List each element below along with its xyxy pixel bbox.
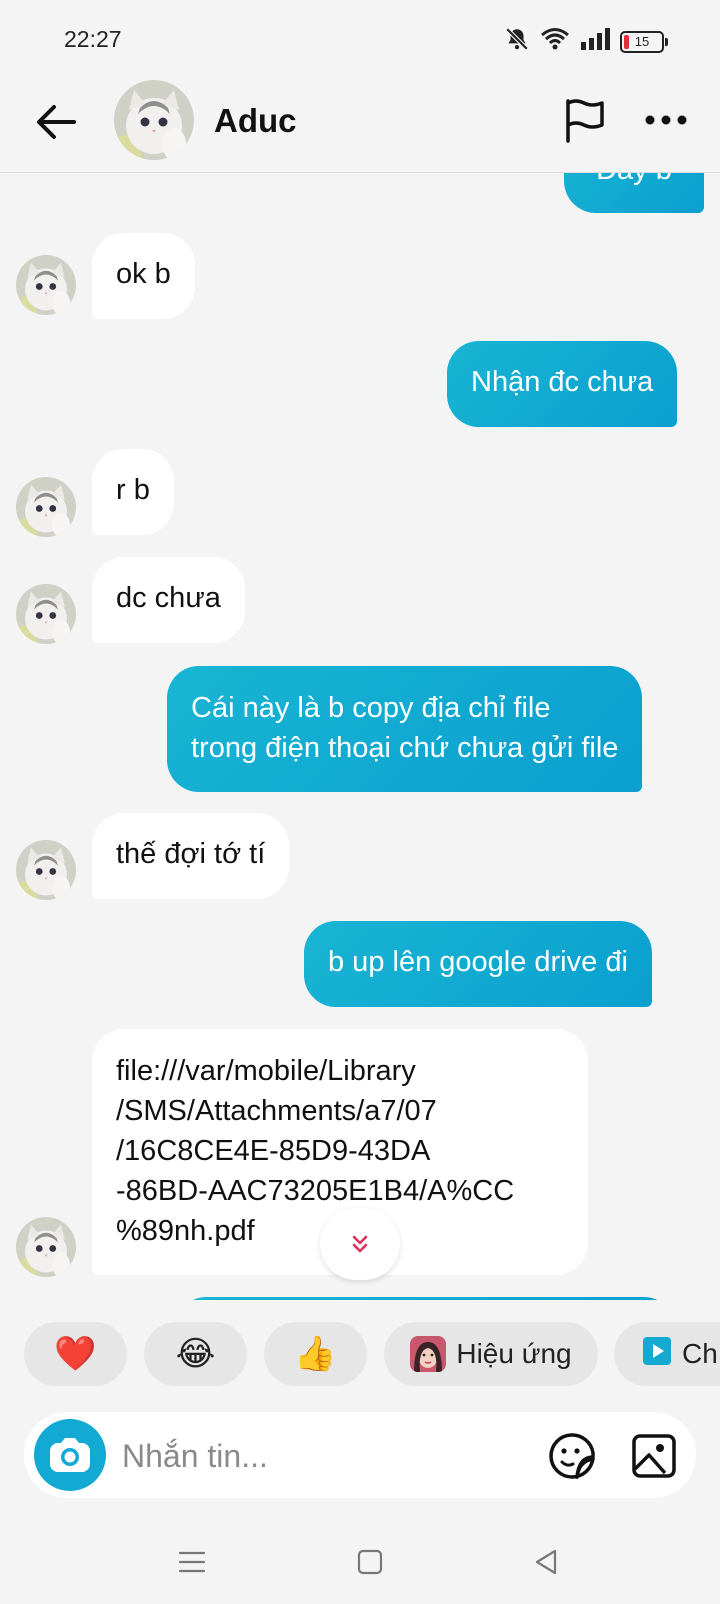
contact-avatar[interactable] [114, 80, 194, 160]
message-text: Đây b [596, 173, 672, 186]
sender-avatar[interactable] [16, 840, 76, 900]
message-text-line: /16C8CE4E-85D9-43DA [116, 1135, 431, 1167]
message-text: ok b [116, 258, 171, 290]
message-text: b up lên google drive đi [328, 946, 628, 978]
quick-reactions-bar[interactable]: ❤️ 😂 👍 Hiệu ứng Ch [0, 1322, 720, 1388]
system-navigation-bar [0, 1530, 720, 1604]
back-button[interactable] [30, 96, 82, 148]
message-incoming[interactable]: ok b [92, 233, 195, 319]
camera-icon [50, 1438, 90, 1472]
message-input[interactable] [120, 1430, 504, 1482]
status-time: 22:27 [64, 26, 122, 52]
more-options-button[interactable] [640, 94, 692, 146]
status-icons: 15 [504, 26, 668, 57]
message-text-line: /SMS/Attachments/a7/07 [116, 1095, 437, 1127]
double-chevron-down-icon [352, 1235, 368, 1253]
message-incoming[interactable]: thế đợi tớ tí [92, 813, 290, 899]
message-outgoing[interactable]: b up lên google drive đi [304, 921, 652, 1007]
sender-avatar[interactable] [16, 584, 76, 644]
message-text: thế đợi tớ tí [116, 838, 266, 870]
signal-icon [580, 28, 610, 55]
effects-button[interactable]: Hiệu ứng [384, 1322, 598, 1386]
message-incoming[interactable]: r b [92, 449, 174, 535]
menu-lines-icon [178, 1551, 206, 1573]
reaction-heart-button[interactable]: ❤️ [24, 1322, 127, 1386]
square-icon [357, 1549, 383, 1575]
scroll-to-bottom-button[interactable] [320, 1208, 400, 1280]
sender-avatar[interactable] [16, 255, 76, 315]
effects-label: Hiệu ứng [456, 1338, 572, 1369]
sticker-face-icon [549, 1433, 595, 1479]
image-icon [632, 1434, 676, 1478]
message-text: dc chưa [116, 582, 221, 614]
message-list[interactable]: Đây b ok b Nhận đc chưa r b dc chưa Cái … [0, 173, 720, 1300]
message-outgoing[interactable]: Nhận đc chưa [447, 341, 678, 427]
arrow-left-icon [37, 105, 76, 139]
play-icon [642, 1336, 672, 1373]
message-outgoing[interactable]: Cái này là b copy địa chỉ file trong điệ… [167, 666, 643, 792]
message-text-line: trong điện thoại chứ chưa gửi file [191, 732, 619, 764]
message-composer [24, 1412, 696, 1498]
contact-name[interactable]: Aduc [214, 102, 297, 140]
recent-apps-button[interactable] [164, 1538, 220, 1586]
system-back-button[interactable] [518, 1538, 574, 1586]
chat-header: Aduc [0, 80, 720, 173]
sender-avatar[interactable] [16, 1217, 76, 1277]
video-call-chip[interactable]: Ch [614, 1322, 720, 1386]
thumbs-up-icon: 👍 [294, 1335, 337, 1373]
gallery-button[interactable] [626, 1428, 682, 1484]
camera-button[interactable] [34, 1419, 106, 1491]
laughing-face-icon: 😂 [175, 1335, 216, 1373]
home-button[interactable] [342, 1538, 398, 1586]
message-text: Nhận đc chưa [471, 366, 654, 398]
message-text-line: Cái này là b copy địa chỉ file [191, 692, 551, 724]
mute-icon [504, 26, 530, 57]
sender-avatar[interactable] [16, 477, 76, 537]
report-button[interactable] [558, 94, 610, 146]
chip-label: Ch [682, 1338, 718, 1369]
battery-icon: 15 [620, 30, 668, 53]
message-text-line: -86BD-AAC73205E1B4/A%CC [116, 1175, 515, 1207]
effect-thumbnail-icon [410, 1336, 447, 1372]
triangle-back-icon [535, 1549, 557, 1575]
message-incoming[interactable]: dc chưa [92, 557, 245, 643]
message-text-line: file:///var/mobile/Library [116, 1055, 416, 1087]
wifi-icon [540, 27, 570, 56]
reaction-thumbs-up-button[interactable]: 👍 [264, 1322, 367, 1386]
message-text: r b [116, 474, 150, 506]
message-outgoing[interactable] [176, 1297, 674, 1300]
more-dots-icon [645, 115, 687, 125]
cat-avatar-image [114, 80, 194, 160]
reaction-laugh-button[interactable]: 😂 [144, 1322, 247, 1386]
battery-level: 15 [634, 34, 650, 49]
heart-icon: ❤️ [54, 1335, 97, 1373]
message-outgoing[interactable]: Đây b [564, 173, 704, 213]
sticker-button[interactable] [544, 1428, 600, 1484]
flag-icon [566, 99, 604, 143]
status-bar: 22:27 15 [0, 0, 720, 80]
